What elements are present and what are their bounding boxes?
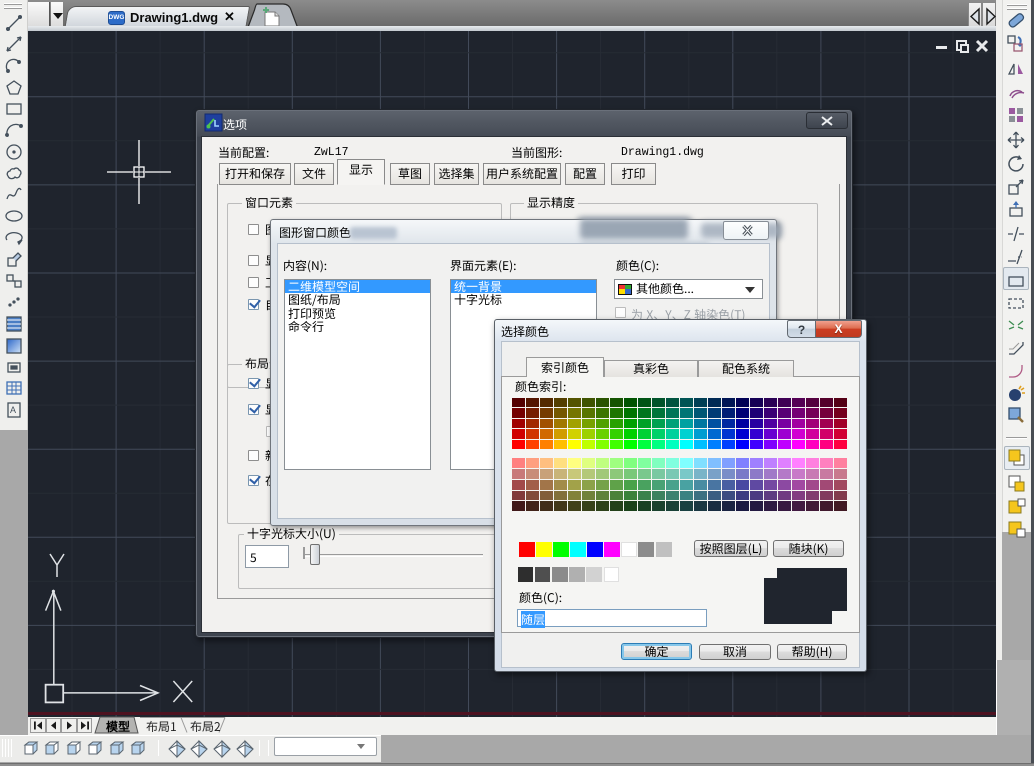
svg-text:A: A: [10, 405, 16, 415]
